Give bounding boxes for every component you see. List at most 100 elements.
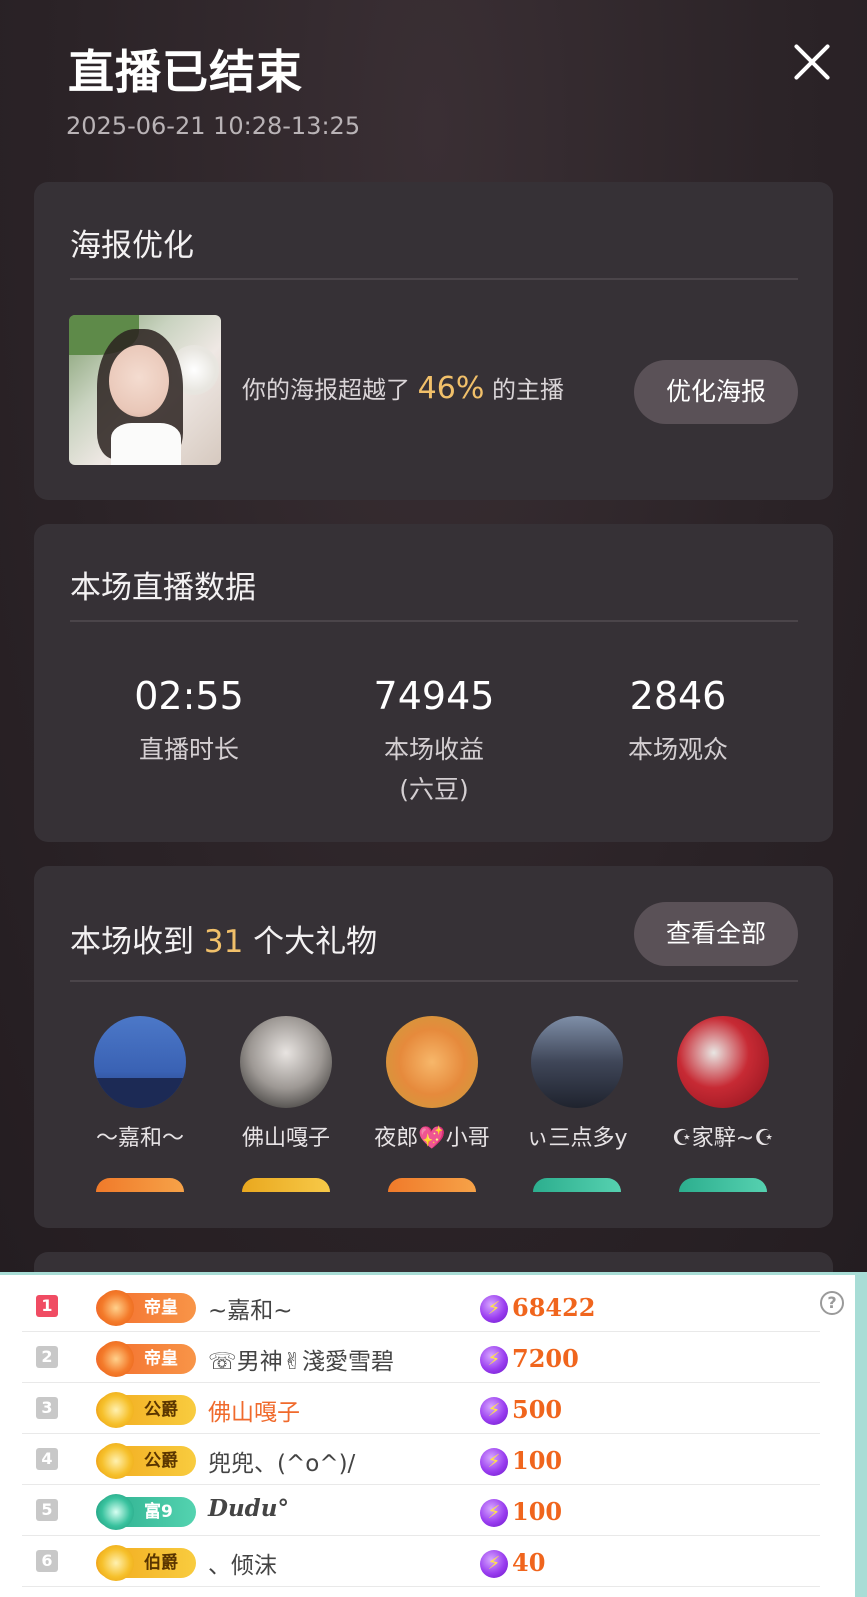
amount-value: 40: [512, 1548, 546, 1577]
user-name: 佛山嘎子: [208, 1400, 300, 1426]
gifter-item[interactable]: ～嘉和～: [67, 1016, 213, 1192]
poster-card-title: 海报优化: [70, 228, 194, 264]
diamond-icon: [98, 1545, 134, 1581]
stat-earnings-value: 74945: [373, 674, 495, 718]
gifts-title-suffix: 个大礼物: [243, 924, 378, 960]
gifts-card-title: 本场收到 31 个大礼物: [70, 916, 377, 961]
amount-value: 100: [512, 1497, 563, 1526]
avatar: [94, 1016, 186, 1108]
user-name: Dudu°: [208, 1495, 289, 1522]
level-badge: 帝皇: [96, 1341, 196, 1377]
user-name: ~嘉和~: [208, 1298, 293, 1324]
level-badge: [679, 1178, 767, 1192]
rank-number: 6: [36, 1550, 58, 1572]
level-label: 富9: [144, 1502, 173, 1522]
rank-number: 4: [36, 1448, 58, 1470]
ranking-row[interactable]: 1 帝皇 ~嘉和~ ⚡ 68422: [22, 1281, 820, 1332]
gifter-item[interactable]: ぃ三点多y: [504, 1016, 650, 1192]
rank-number: 1: [36, 1295, 58, 1317]
gifter-item[interactable]: 佛山嘎子: [213, 1016, 359, 1192]
poster-thumbnail[interactable]: [69, 315, 221, 465]
help-icon[interactable]: ?: [820, 1291, 844, 1315]
amount-value: 500: [512, 1395, 563, 1424]
stat-viewers-label: 本场观众: [627, 735, 728, 764]
level-label: 伯爵: [144, 1553, 178, 1573]
gifter-item[interactable]: 夜郎💖小哥: [359, 1016, 505, 1192]
ranking-row[interactable]: 2 帝皇 ☏男神✌淺愛雪碧 ⚡ 7200: [22, 1332, 820, 1383]
ranking-row[interactable]: 6 伯爵 、倾沫 ⚡ 40: [22, 1536, 820, 1587]
level-badge: [533, 1178, 621, 1192]
scrollbar-track: [855, 1275, 867, 1597]
stat-viewers: 2846 本场观众: [578, 674, 778, 770]
level-badge: 富9: [96, 1494, 196, 1530]
amount-value: 7200: [512, 1344, 579, 1373]
stat-duration-value: 02:55: [134, 674, 244, 718]
level-badge: [388, 1178, 476, 1192]
user-name: ☏男神✌淺愛雪碧: [208, 1349, 395, 1375]
view-all-button[interactable]: 查看全部: [634, 902, 798, 966]
lightning-icon: ⚡: [480, 1550, 508, 1578]
live-datetime: 2025-06-21 10:28-13:25: [66, 112, 361, 140]
stat-duration-label: 直播时长: [138, 735, 239, 764]
poster-text-prefix: 你的海报超越了: [242, 376, 418, 404]
poster-optimization-card: 海报优化 你的海报超越了 46% 的主播 优化海报: [34, 182, 833, 500]
gifts-count: 31: [203, 924, 244, 960]
level-badge: [242, 1178, 330, 1192]
gifter-name: ぃ三点多y: [526, 1126, 628, 1151]
ranking-row[interactable]: 4 公爵 兜兜、(^o^)/ ⚡ 100: [22, 1434, 820, 1485]
lightning-icon: ⚡: [480, 1295, 508, 1323]
level-label: 公爵: [144, 1451, 178, 1471]
live-ended-panel: 直播已结束 2025-06-21 10:28-13:25 海报优化 你的海报超越…: [0, 0, 867, 1272]
level-label: 帝皇: [144, 1349, 178, 1369]
level-label: 公爵: [144, 1400, 178, 1420]
stat-earnings-label: 本场收益: [383, 735, 484, 764]
divider: [70, 620, 798, 622]
gifter-name: ～嘉和～: [95, 1126, 184, 1151]
lightning-icon: ⚡: [480, 1448, 508, 1476]
stat-earnings: 74945 本场收益 (六豆): [334, 674, 534, 810]
level-badge: 伯爵: [96, 1545, 196, 1581]
triangle-icon: [98, 1494, 134, 1530]
level-badge: 公爵: [96, 1443, 196, 1479]
gifter-name: 夜郎💖小哥: [374, 1126, 490, 1151]
stat-earnings-unit: (六豆): [399, 775, 469, 804]
gifts-title-prefix: 本场收到: [70, 924, 204, 960]
rank-number: 2: [36, 1346, 58, 1368]
poster-rank-text: 你的海报超越了 46% 的主播: [242, 370, 564, 406]
ranking-row[interactable]: 5 富9 Dudu° ⚡ 100: [22, 1485, 820, 1536]
divider: [70, 980, 798, 982]
rank-number: 3: [36, 1397, 58, 1419]
diamond-icon: [98, 1443, 134, 1479]
poster-text-suffix: 的主播: [484, 376, 564, 404]
stat-duration: 02:55 直播时长: [89, 674, 289, 770]
next-card: [34, 1252, 833, 1272]
ranking-row[interactable]: 3 公爵 佛山嘎子 ⚡ 500: [22, 1383, 820, 1434]
page-title: 直播已结束: [68, 45, 303, 99]
stats-card-title: 本场直播数据: [70, 570, 256, 606]
optimize-poster-button[interactable]: 优化海报: [634, 360, 798, 424]
close-icon[interactable]: [790, 40, 834, 84]
level-label: 帝皇: [144, 1298, 178, 1318]
avatar: [531, 1016, 623, 1108]
lightning-icon: ⚡: [480, 1499, 508, 1527]
crown-icon: [98, 1341, 134, 1377]
amount-value: 68422: [512, 1293, 596, 1322]
rank-number: 5: [36, 1499, 58, 1521]
divider: [70, 278, 798, 280]
big-gifts-card: 本场收到 31 个大礼物 查看全部 ～嘉和～ 佛山嘎子 夜郎💖小哥 ぃ三点多y …: [34, 866, 833, 1228]
crown-icon: [98, 1290, 134, 1326]
lightning-icon: ⚡: [480, 1397, 508, 1425]
gifter-name: 佛山嘎子: [241, 1126, 330, 1151]
gifter-item[interactable]: ☪家騂~☪: [650, 1016, 796, 1192]
avatar: [677, 1016, 769, 1108]
level-badge: 帝皇: [96, 1290, 196, 1326]
user-name: 兜兜、(^o^)/: [208, 1451, 356, 1477]
avatar: [386, 1016, 478, 1108]
stat-viewers-value: 2846: [629, 674, 727, 718]
live-stats-card: 本场直播数据 02:55 直播时长 74945 本场收益 (六豆) 2846 本…: [34, 524, 833, 842]
gifter-name: ☪家騂~☪: [672, 1126, 774, 1151]
level-badge: [96, 1178, 184, 1192]
diamond-icon: [98, 1392, 134, 1428]
gift-ranking-list: ? 1 帝皇 ~嘉和~ ⚡ 68422 2 帝皇 ☏男神✌淺愛雪碧 ⚡ 7200 3…: [0, 1272, 867, 1597]
user-name: 、倾沫: [208, 1553, 277, 1579]
